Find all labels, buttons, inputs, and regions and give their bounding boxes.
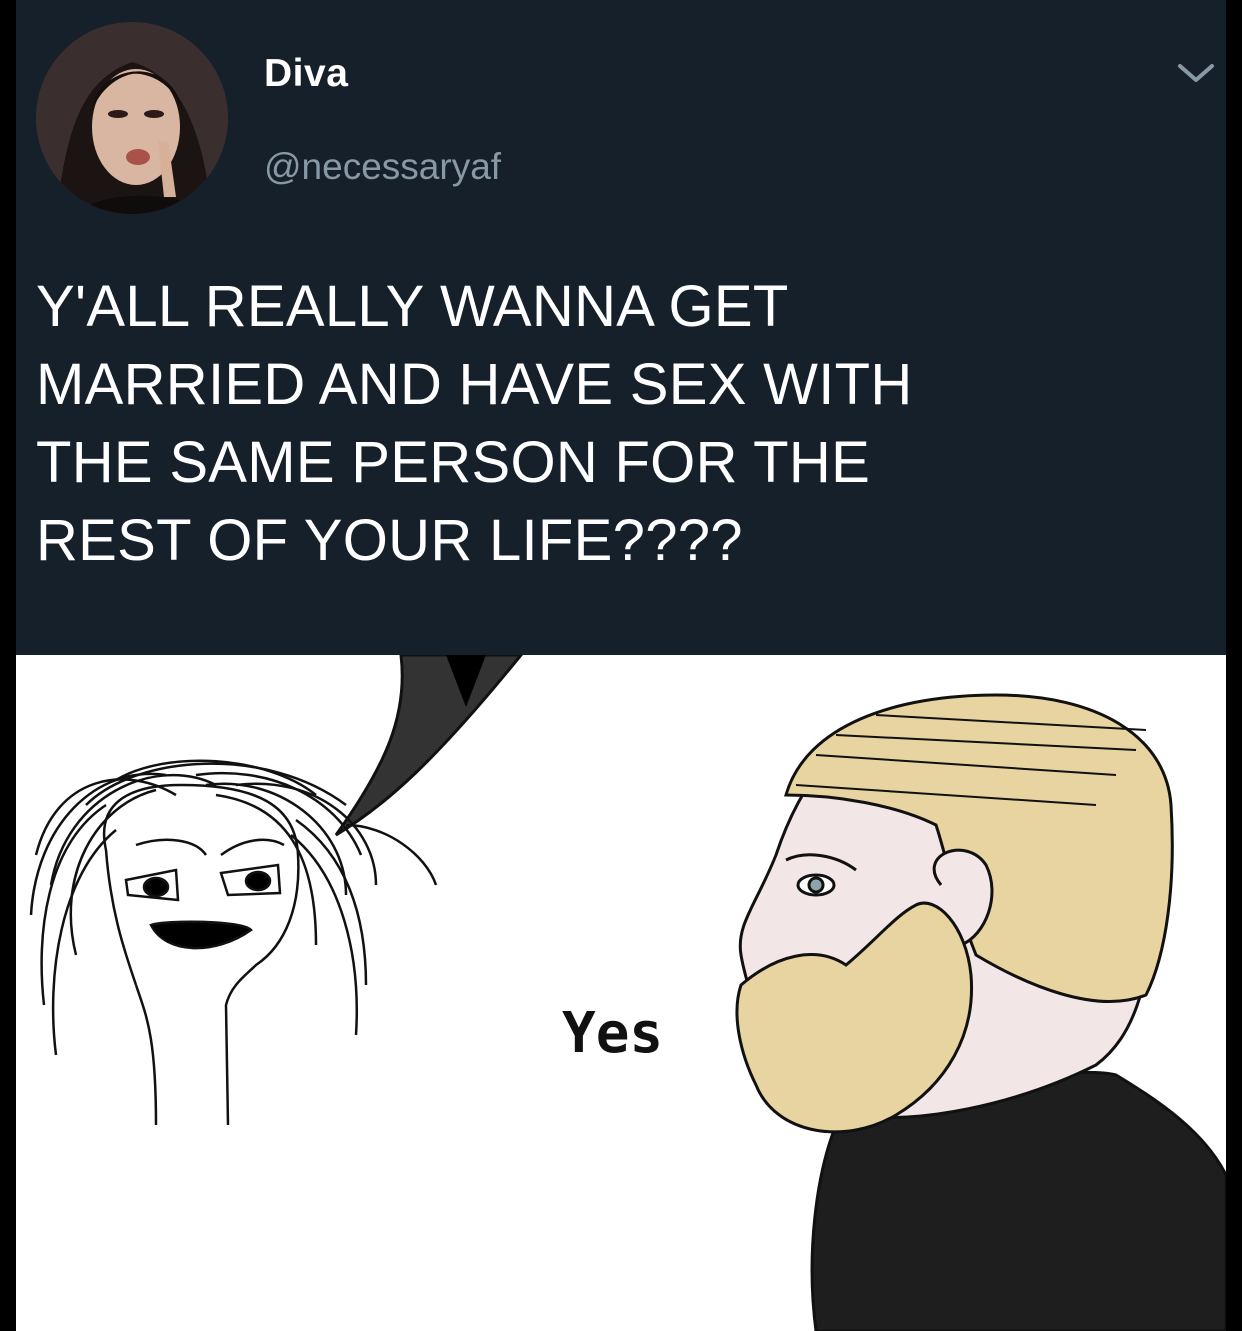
tweet-text: Y'ALL REALLY WANNA GET MARRIED AND HAVE … xyxy=(36,268,1216,580)
speech-bubble-tail xyxy=(334,655,523,837)
user-handle[interactable]: @necessaryaf xyxy=(264,146,501,188)
tweet-text-line: REST OF YOUR LIFE???? xyxy=(36,508,743,573)
chevron-down-icon[interactable] xyxy=(1174,60,1218,88)
tweet-card: Diva @necessaryaf Y'ALL REALLY WANNA GET… xyxy=(16,0,1226,655)
meme-image: Yes xyxy=(16,655,1226,1331)
reply-yes-text: Yes xyxy=(562,1001,664,1066)
avatar[interactable] xyxy=(36,22,228,214)
profile-photo-icon xyxy=(36,22,228,214)
display-name[interactable]: Diva xyxy=(264,52,348,96)
tweet-text-line: Y'ALL REALLY WANNA GET xyxy=(36,274,789,339)
screenshot-frame: Diva @necessaryaf Y'ALL REALLY WANNA GET… xyxy=(16,0,1226,1331)
tweet-text-line: MARRIED AND HAVE SEX WITH xyxy=(36,352,913,417)
wojak-screaming-figure xyxy=(29,759,438,1126)
tweet-text-line: THE SAME PERSON FOR THE xyxy=(36,430,871,495)
meme-illustration xyxy=(29,655,1226,1331)
chad-yes-figure xyxy=(735,693,1226,1331)
